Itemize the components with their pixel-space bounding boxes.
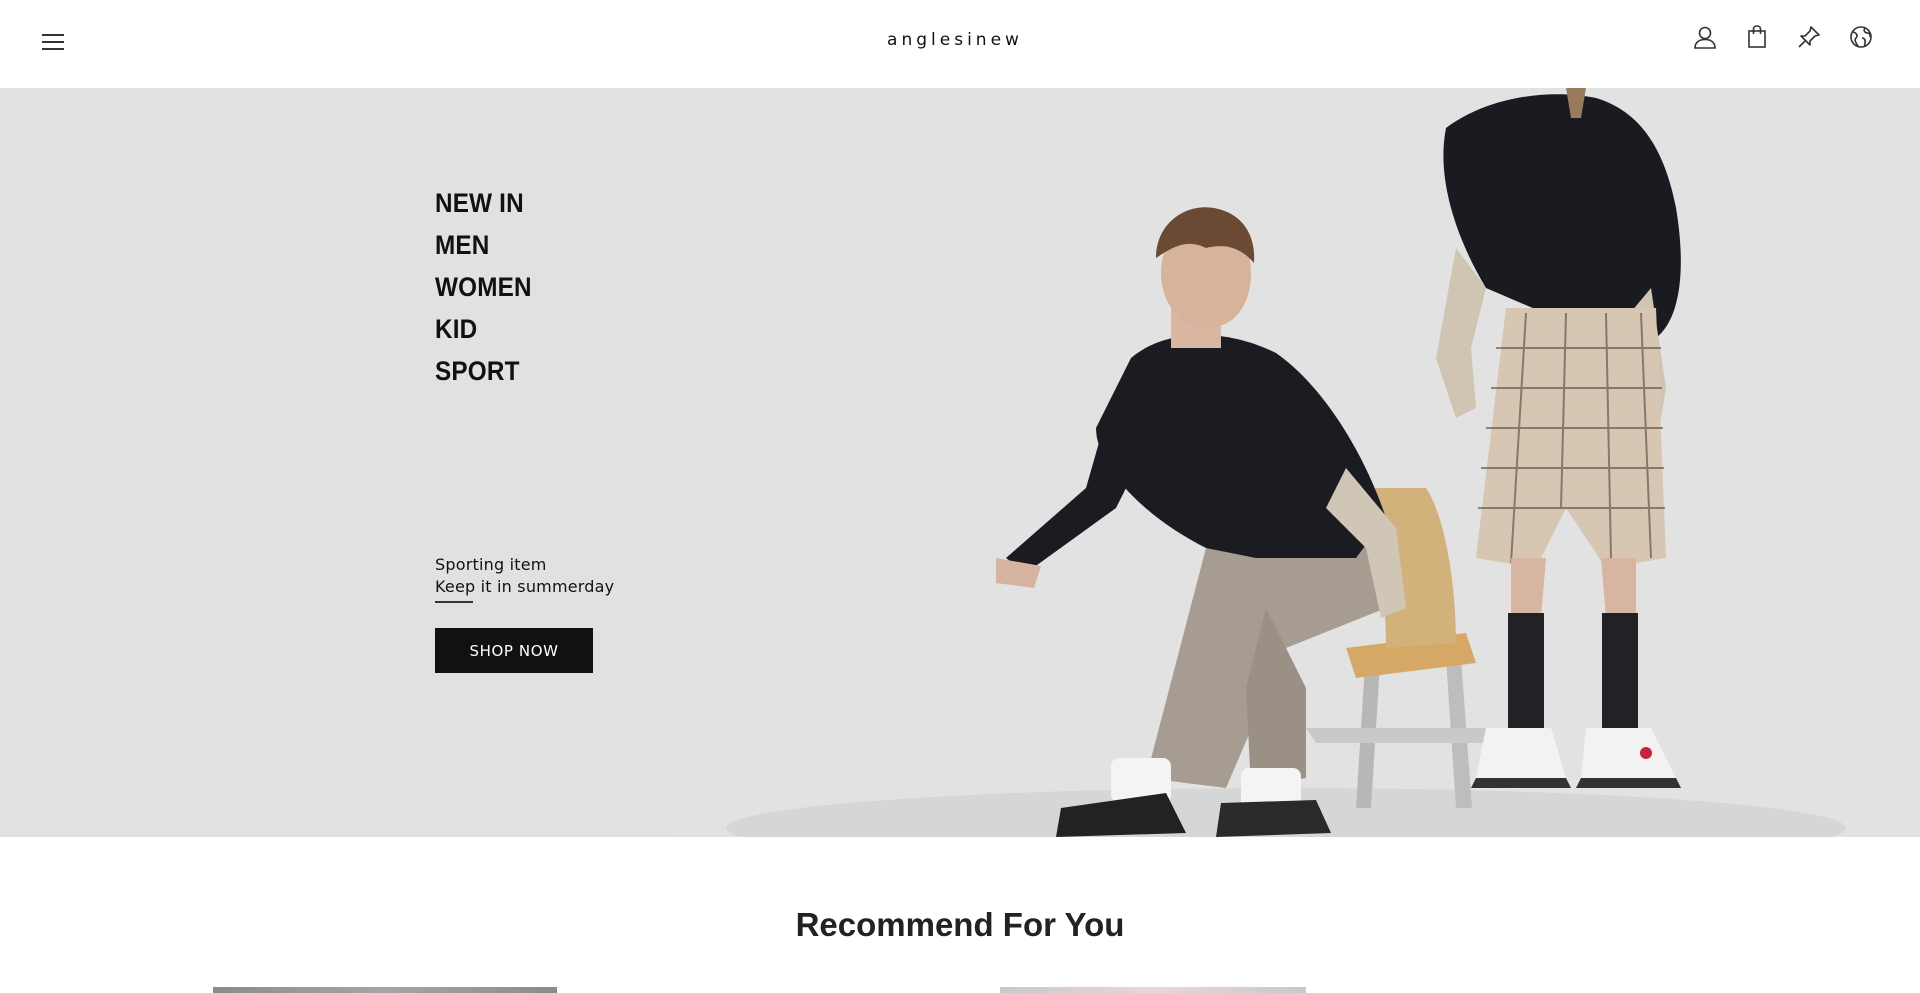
user-icon[interactable] [1692, 24, 1718, 50]
site-header: anglesinew [0, 0, 1920, 88]
site-logo[interactable]: anglesinew [0, 30, 1910, 50]
category-link-kid[interactable]: KID [435, 308, 532, 350]
category-link-new-in[interactable]: NEW IN [435, 182, 532, 224]
recommend-product-image[interactable] [213, 987, 557, 993]
shopping-bag-icon[interactable] [1744, 24, 1770, 50]
hero-fashion-image [666, 88, 1920, 837]
header-actions [1692, 24, 1874, 50]
category-link-sport[interactable]: SPORT [435, 350, 532, 392]
recommend-product-image[interactable] [1000, 987, 1306, 993]
promo-heading: Sporting item [435, 555, 547, 574]
category-link-men[interactable]: MEN [435, 224, 532, 266]
globe-icon[interactable] [1848, 24, 1874, 50]
promo-divider [435, 601, 473, 603]
category-nav: NEW IN MEN WOMEN KID SPORT [435, 182, 542, 392]
shop-now-button[interactable]: SHOP NOW [435, 628, 593, 673]
pin-icon[interactable] [1796, 24, 1822, 50]
promo-subheading: Keep it in summerday [435, 577, 615, 596]
category-link-women[interactable]: WOMEN [435, 266, 532, 308]
hero-banner: NEW IN MEN WOMEN KID SPORT Sporting item… [0, 88, 1920, 837]
recommend-section-title: Recommend For You [795, 906, 1125, 943]
promo-text: Sporting item Keep it in summerday [435, 554, 614, 603]
